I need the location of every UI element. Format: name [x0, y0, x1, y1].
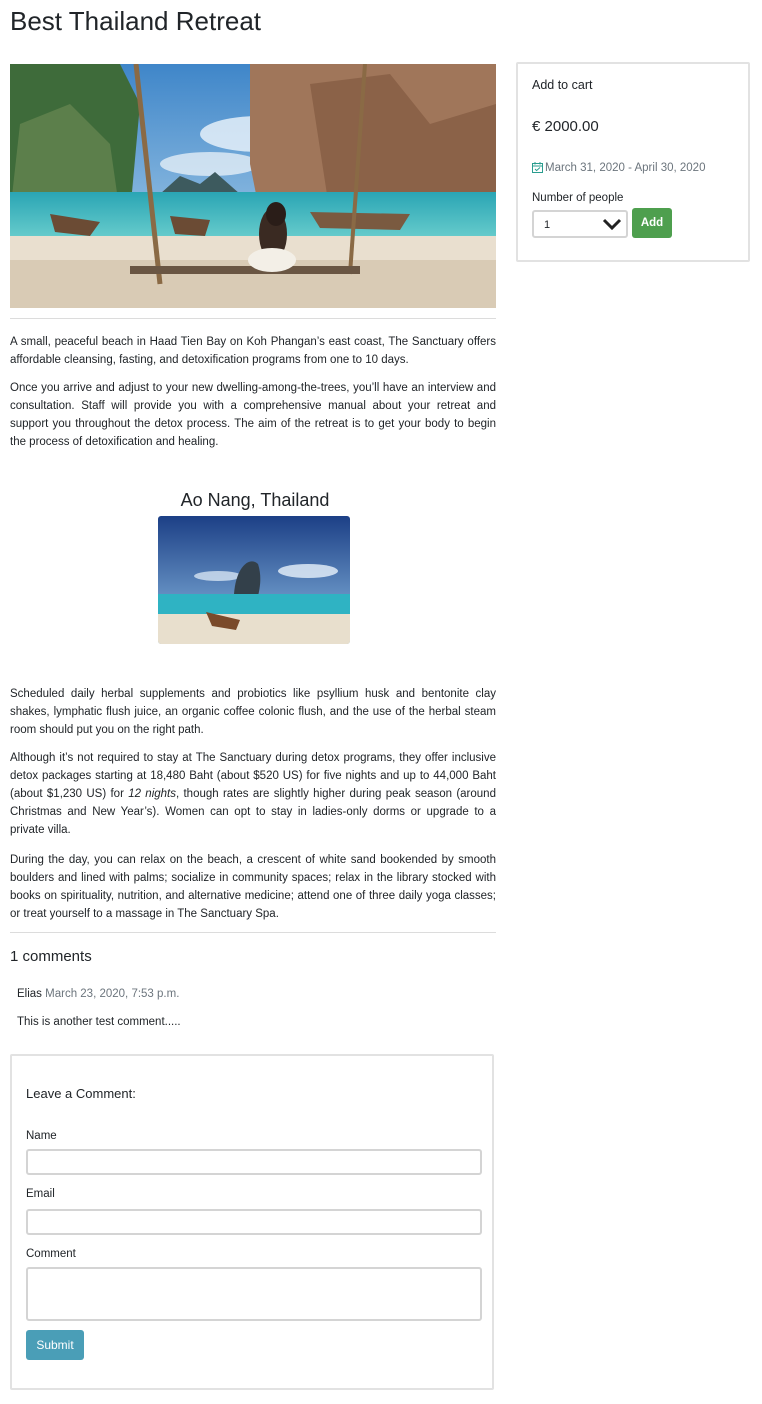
add-button[interactable]: Add: [632, 208, 672, 238]
chevron-down-icon: [602, 216, 622, 237]
comment-meta: Elias March 23, 2020, 7:53 p.m.: [17, 988, 179, 1000]
date-range-text: March 31, 2020 - April 30, 2020: [545, 162, 706, 174]
comment-text: This is another test comment.....: [17, 1016, 181, 1028]
image-caption: Ao Nang, Thailand: [180, 490, 330, 510]
name-label: Name: [26, 1130, 57, 1142]
date-range: March 31, 2020 - April 30, 2020: [532, 162, 705, 176]
article-paragraph: Although it’s not required to stay at Th…: [10, 749, 496, 839]
comment-author: Elias: [17, 988, 42, 1000]
name-input[interactable]: [26, 1149, 482, 1175]
submit-button[interactable]: Submit: [26, 1330, 84, 1360]
ao-nang-image: [158, 516, 350, 644]
comment-label: Comment: [26, 1248, 76, 1260]
comment-textarea[interactable]: [26, 1267, 482, 1321]
article-paragraph: Scheduled daily herbal supplements and p…: [10, 688, 496, 736]
divider: [10, 932, 496, 933]
hero-image: [10, 64, 496, 308]
people-label: Number of people: [532, 192, 624, 204]
article-paragraph: During the day, you can relax on the bea…: [10, 854, 496, 920]
email-label: Email: [26, 1188, 55, 1200]
email-input[interactable]: [26, 1209, 482, 1235]
divider: [10, 318, 496, 319]
article-paragraph: A small, peaceful beach in Haad Tien Bay…: [10, 336, 496, 366]
price: € 2000.00: [532, 118, 599, 135]
people-select[interactable]: 1: [532, 210, 628, 238]
emphasis-text: 12 nights: [128, 788, 176, 800]
add-to-cart-panel: Add to cart € 2000.00 March 31, 2020 - A…: [516, 62, 750, 262]
comments-heading: 1 comments: [10, 948, 92, 965]
page-title: Best Thailand Retreat: [10, 6, 261, 36]
people-select-value: 1: [544, 219, 551, 231]
calendar-icon: [532, 162, 543, 176]
comment-date: March 23, 2020, 7:53 p.m.: [45, 988, 180, 1000]
comment-form-title: Leave a Comment:: [26, 1086, 136, 1101]
cart-heading: Add to cart: [532, 78, 593, 92]
comment-form: Leave a Comment: Name Email Comment Subm…: [10, 1054, 494, 1390]
article-paragraph: Once you arrive and adjust to your new d…: [10, 382, 496, 448]
